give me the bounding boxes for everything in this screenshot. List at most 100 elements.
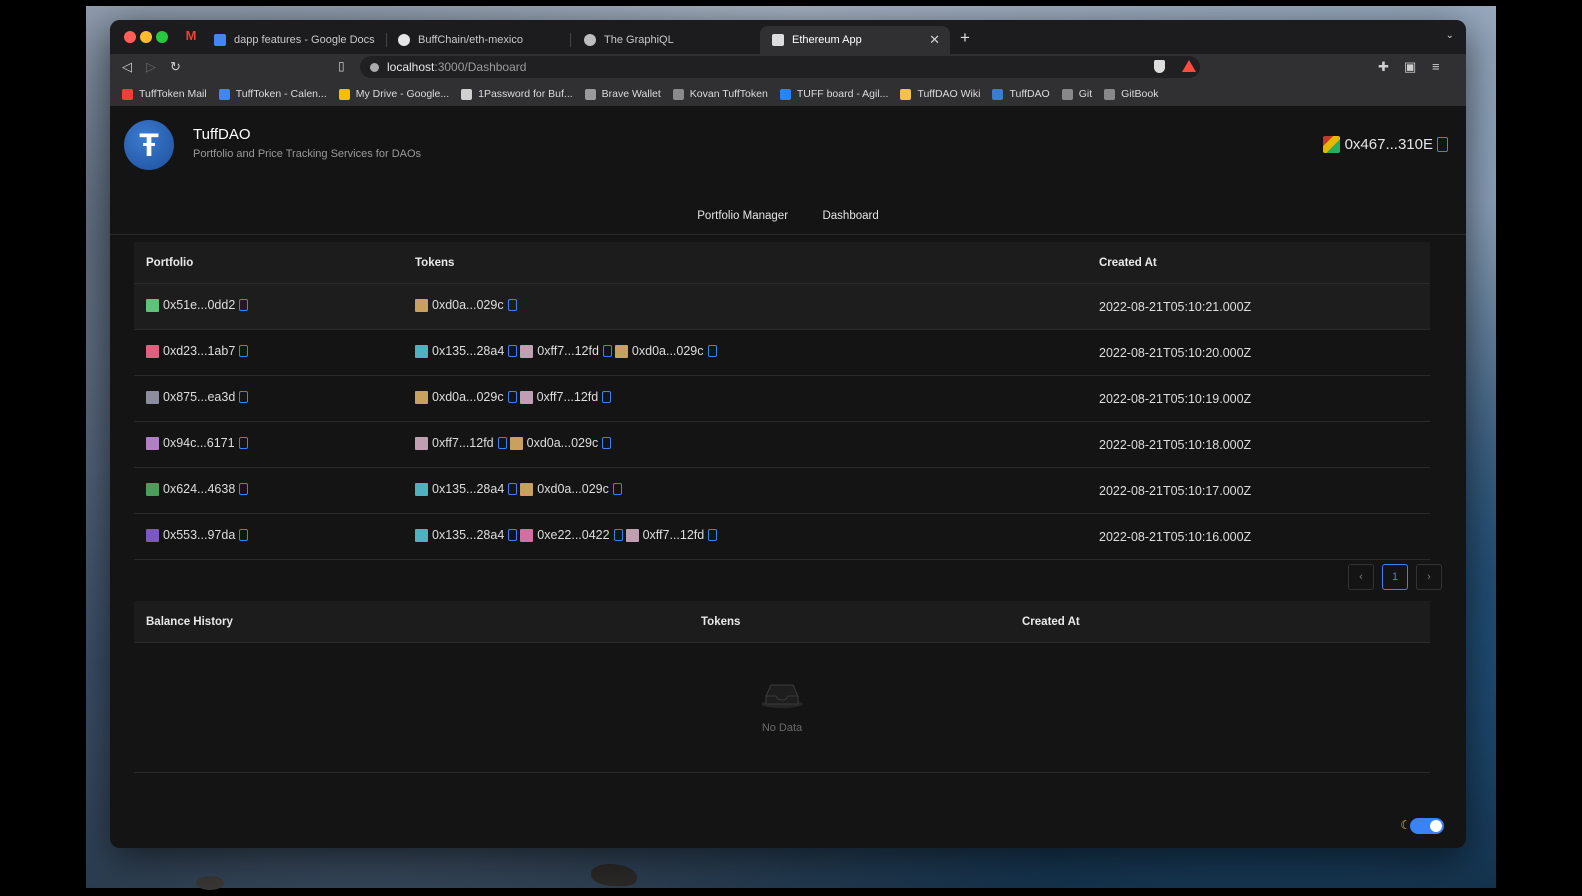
reload-icon[interactable]: ↻ [170,59,181,75]
brave-rewards-icon[interactable] [1182,60,1196,72]
bookmark-icon[interactable]: ▯ [338,59,345,73]
token-address: 0xff7...12fd [625,528,718,542]
copy-icon[interactable] [612,483,622,496]
tokens-cell: 0x135...28a4 0xe22...0422 0xff7...12fd [403,513,1087,560]
column-header-portfolio: Portfolio [134,242,403,284]
portfolio-address-text: 0x51e...0dd2 [163,298,236,313]
bookmark-item[interactable]: GitBook [1104,88,1159,100]
token-address: 0xff7...12fd [520,344,612,358]
copy-icon[interactable] [508,483,518,496]
next-page-button[interactable]: › [1416,564,1442,590]
url-host: localhost [387,60,435,74]
tab-label: dapp features - Google Docs [234,34,375,46]
copy-icon[interactable] [602,345,612,358]
portfolio-identicon-icon [146,482,159,496]
tab-ethereum-app[interactable]: Ethereum App ✕ [760,26,950,54]
theme-toggle[interactable] [1410,818,1444,834]
copy-icon[interactable] [1437,137,1448,152]
page-content: Ŧ TuffDAO Portfolio and Price Tracking S… [110,106,1466,848]
bookmark-favicon-icon [338,88,350,100]
token-identicon-icon [520,482,534,496]
portfolio-address-text: 0xd23...1ab7 [163,344,236,359]
forward-icon[interactable]: ▷ [146,59,156,75]
created-at-cell: 2022-08-21T05:10:21.000Z [1087,283,1430,330]
address-bar[interactable]: localhost:3000/Dashboard [360,56,1200,78]
copy-icon[interactable] [238,437,248,450]
table-row: 0x553...97da 0x135...28a4 0xe22...0422 0xff… [134,513,1430,560]
bookmark-item[interactable]: My Drive - Google... [338,88,449,100]
table-row: 0xd23...1ab7 0x135...28a4 0xff7...12fd 0xd0… [134,329,1430,376]
bookmark-item[interactable]: Kovan TuffToken [672,88,768,100]
close-tab-icon[interactable]: ✕ [929,32,940,48]
wallet-avatar [1322,136,1340,153]
maximize-window-button[interactable] [156,31,168,43]
tab-google-docs[interactable]: dapp features - Google Docs [202,26,382,54]
copy-icon[interactable] [507,299,517,312]
bookmark-item[interactable]: TuffDAO Wiki [900,88,980,100]
copy-icon[interactable] [507,391,517,404]
bookmark-item[interactable]: 1Password for Buf... [461,88,573,100]
bookmark-label: TuffDAO [1009,88,1050,100]
bookmark-favicon-icon [779,88,791,100]
brave-shields-icon[interactable] [1154,60,1165,73]
back-icon[interactable]: ◁ [122,59,132,75]
token-identicon-icon [625,528,639,542]
empty-inbox-icon [761,684,803,708]
copy-icon[interactable] [508,345,518,358]
site-info-icon[interactable] [370,62,379,72]
bookmark-label: GitBook [1121,88,1159,100]
bookmark-label: TuffToken Mail [139,88,207,100]
copy-icon[interactable] [239,299,249,312]
close-window-button[interactable] [124,31,136,43]
copy-icon[interactable] [239,391,249,404]
copy-icon[interactable] [602,437,612,450]
portfolio-cell: 0x553...97da [134,513,403,560]
copy-icon[interactable] [708,529,718,542]
portfolio-address: 0x51e...0dd2 [146,298,249,313]
copy-icon[interactable] [613,529,623,542]
table-bottom-divider [134,772,1430,773]
tab-bar: M dapp features - Google Docs BuffChain/… [110,20,1466,54]
menu-icon[interactable]: ≡ [1432,59,1440,74]
token-identicon-icon [415,528,428,542]
copy-icon[interactable] [602,391,612,404]
copy-icon[interactable] [707,345,717,358]
tab-label: BuffChain/eth-mexico [418,34,523,46]
extensions-icon[interactable]: ✚ [1378,59,1389,75]
bookmark-item[interactable]: TuffToken Mail [122,88,207,100]
copy-icon[interactable] [239,483,249,496]
balance-history-table: Balance History Tokens Created At [134,601,1430,643]
wallpaper-rock [196,876,224,890]
portfolio-cell: 0x624...4638 [134,467,403,514]
copy-icon[interactable] [239,529,249,542]
minimize-window-button[interactable] [140,31,152,43]
portfolio-cell: 0x51e...0dd2 [134,283,403,330]
bookmark-item[interactable]: TUFF board - Agil... [779,88,888,100]
globe-icon [584,34,596,46]
page-1-button[interactable]: 1 [1382,564,1408,590]
copy-icon[interactable] [239,345,249,358]
bookmark-item[interactable]: Git [1061,88,1092,100]
token-identicon-icon [519,390,533,404]
tab-search-icon[interactable]: ⌄ [1446,30,1454,41]
copy-icon[interactable] [508,529,518,542]
browser-toolbar: ◁ ▷ ↻ ▯ localhost:3000/Dashboard ✚ ▣ ≡ [110,54,1466,82]
nav-dashboard[interactable]: Dashboard [822,210,878,222]
bookmark-favicon-icon [992,88,1004,100]
new-tab-button[interactable]: + [960,28,970,48]
column-header-created-at: Created At [1010,601,1430,643]
tab-graphiql[interactable]: The GraphiQL [572,26,752,54]
wallet-address[interactable]: 0x467...310E [1322,136,1448,153]
nav-portfolio-manager[interactable]: Portfolio Manager [697,210,788,222]
copy-icon[interactable] [497,437,507,450]
tab-github[interactable]: BuffChain/eth-mexico [386,26,566,54]
token-address-text: 0xff7...12fd [536,390,599,405]
bookmark-item[interactable]: TuffDAO [992,88,1050,100]
gmail-icon[interactable]: M [184,29,198,43]
portfolio-cell: 0xd23...1ab7 [134,329,403,376]
bookmark-item[interactable]: TuffToken - Calen... [218,88,327,100]
page-icon [772,34,784,46]
wallet-icon[interactable]: ▣ [1404,59,1416,75]
prev-page-button[interactable]: ‹ [1348,564,1374,590]
bookmark-item[interactable]: Brave Wallet [584,88,661,100]
